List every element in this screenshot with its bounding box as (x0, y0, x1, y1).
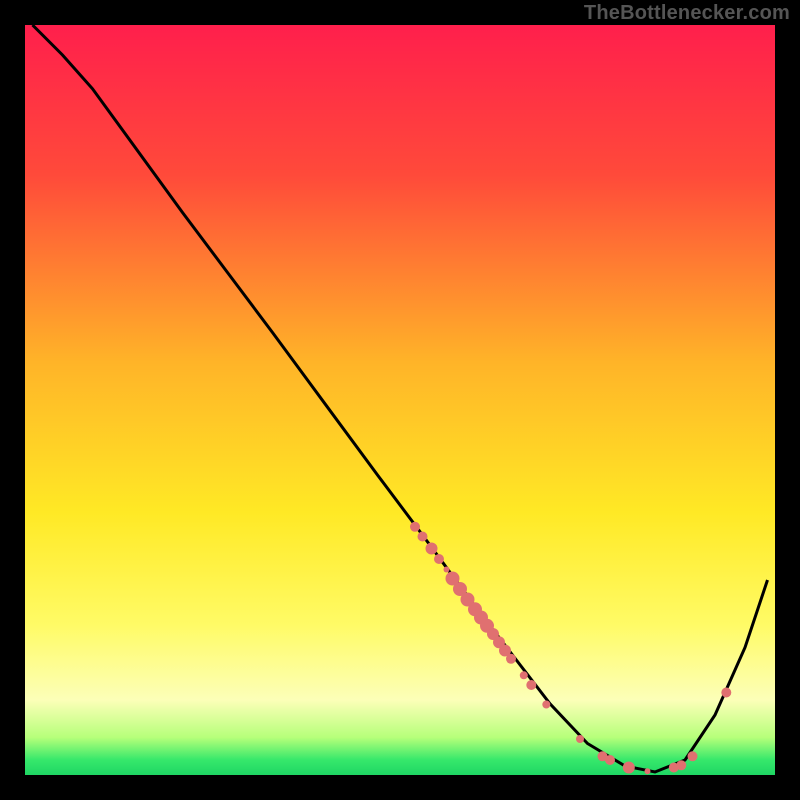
data-marker (418, 532, 428, 542)
data-marker (605, 755, 615, 765)
data-marker (688, 751, 698, 761)
data-marker (426, 543, 438, 555)
data-marker (444, 567, 450, 573)
data-marker (576, 735, 584, 743)
chart-background (25, 25, 775, 775)
chart-svg (25, 25, 775, 775)
data-marker (542, 701, 550, 709)
chart-plot-area (25, 25, 775, 775)
watermark-text: TheBottlenecker.com (584, 2, 790, 25)
data-marker (645, 768, 651, 774)
data-marker (721, 688, 731, 698)
data-marker (676, 760, 686, 770)
data-marker (506, 654, 516, 664)
data-marker (526, 680, 536, 690)
data-marker (434, 554, 444, 564)
data-marker (410, 522, 420, 532)
data-marker (520, 671, 528, 679)
data-marker (623, 762, 635, 774)
